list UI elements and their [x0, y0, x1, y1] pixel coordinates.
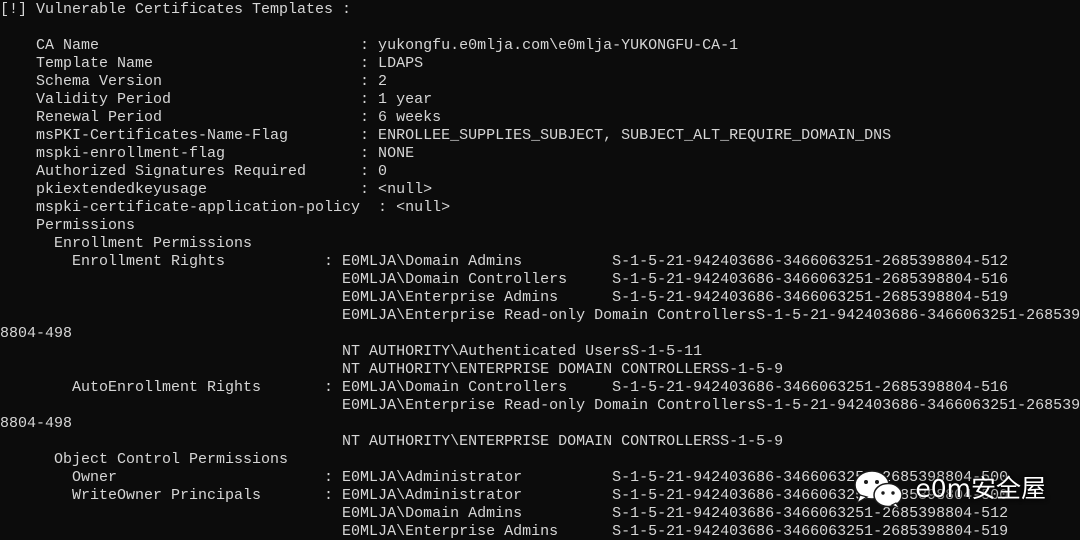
wechat-icon [854, 470, 904, 510]
terminal-line: E0MLJA\Domain Controllers S-1-5-21-94240… [0, 271, 1009, 288]
terminal-line: E0MLJA\Enterprise Admins S-1-5-21-942403… [0, 289, 1009, 306]
terminal-line: Permissions [0, 217, 136, 234]
terminal-line: Object Control Permissions [0, 451, 289, 468]
watermark: e0m安全屋 [851, 468, 1046, 510]
terminal-line: E0MLJA\Enterprise Read-only Domain Contr… [0, 397, 1080, 414]
terminal-line: msPKI-Certificates-Name-Flag : ENROLLEE_… [0, 127, 892, 144]
terminal-window[interactable]: [!] Vulnerable Certificates Templates : … [0, 0, 1080, 540]
terminal-line: mspki-certificate-application-policy : <… [0, 199, 451, 216]
terminal-line: 8804-498 [0, 415, 73, 432]
terminal-line: Enrollment Permissions [0, 235, 253, 252]
terminal-line: 8804-498 [0, 325, 73, 342]
terminal-line: AutoEnrollment Rights : E0MLJA\Domain Co… [0, 379, 1009, 396]
terminal-line: Authorized Signatures Required : 0 [0, 163, 388, 180]
terminal-line: Validity Period : 1 year [0, 91, 433, 108]
watermark-text: e0m安全屋 [915, 474, 1046, 503]
terminal-line: NT AUTHORITY\ENTERPRISE DOMAIN CONTROLLE… [0, 361, 784, 378]
terminal-line: E0MLJA\Enterprise Admins S-1-5-21-942403… [0, 523, 1009, 540]
terminal-line: Schema Version : 2 [0, 73, 388, 90]
terminal-line: E0MLJA\Enterprise Read-only Domain Contr… [0, 307, 1080, 324]
terminal-line: NT AUTHORITY\Authenticated UsersS-1-5-11 [0, 343, 703, 360]
terminal-line: Renewal Period : 6 weeks [0, 109, 442, 126]
terminal-line: CA Name : yukongfu.e0mlja.com\e0mlja-YUK… [0, 37, 739, 54]
terminal-line: Template Name : LDAPS [0, 55, 424, 72]
terminal-line: mspki-enrollment-flag : NONE [0, 145, 415, 162]
terminal-line: pkiextendedkeyusage : <null> [0, 181, 433, 198]
terminal-line: [!] Vulnerable Certificates Templates : [0, 1, 352, 18]
terminal-line: Enrollment Rights : E0MLJA\Domain Admins… [0, 253, 1009, 270]
terminal-line: NT AUTHORITY\ENTERPRISE DOMAIN CONTROLLE… [0, 433, 784, 450]
